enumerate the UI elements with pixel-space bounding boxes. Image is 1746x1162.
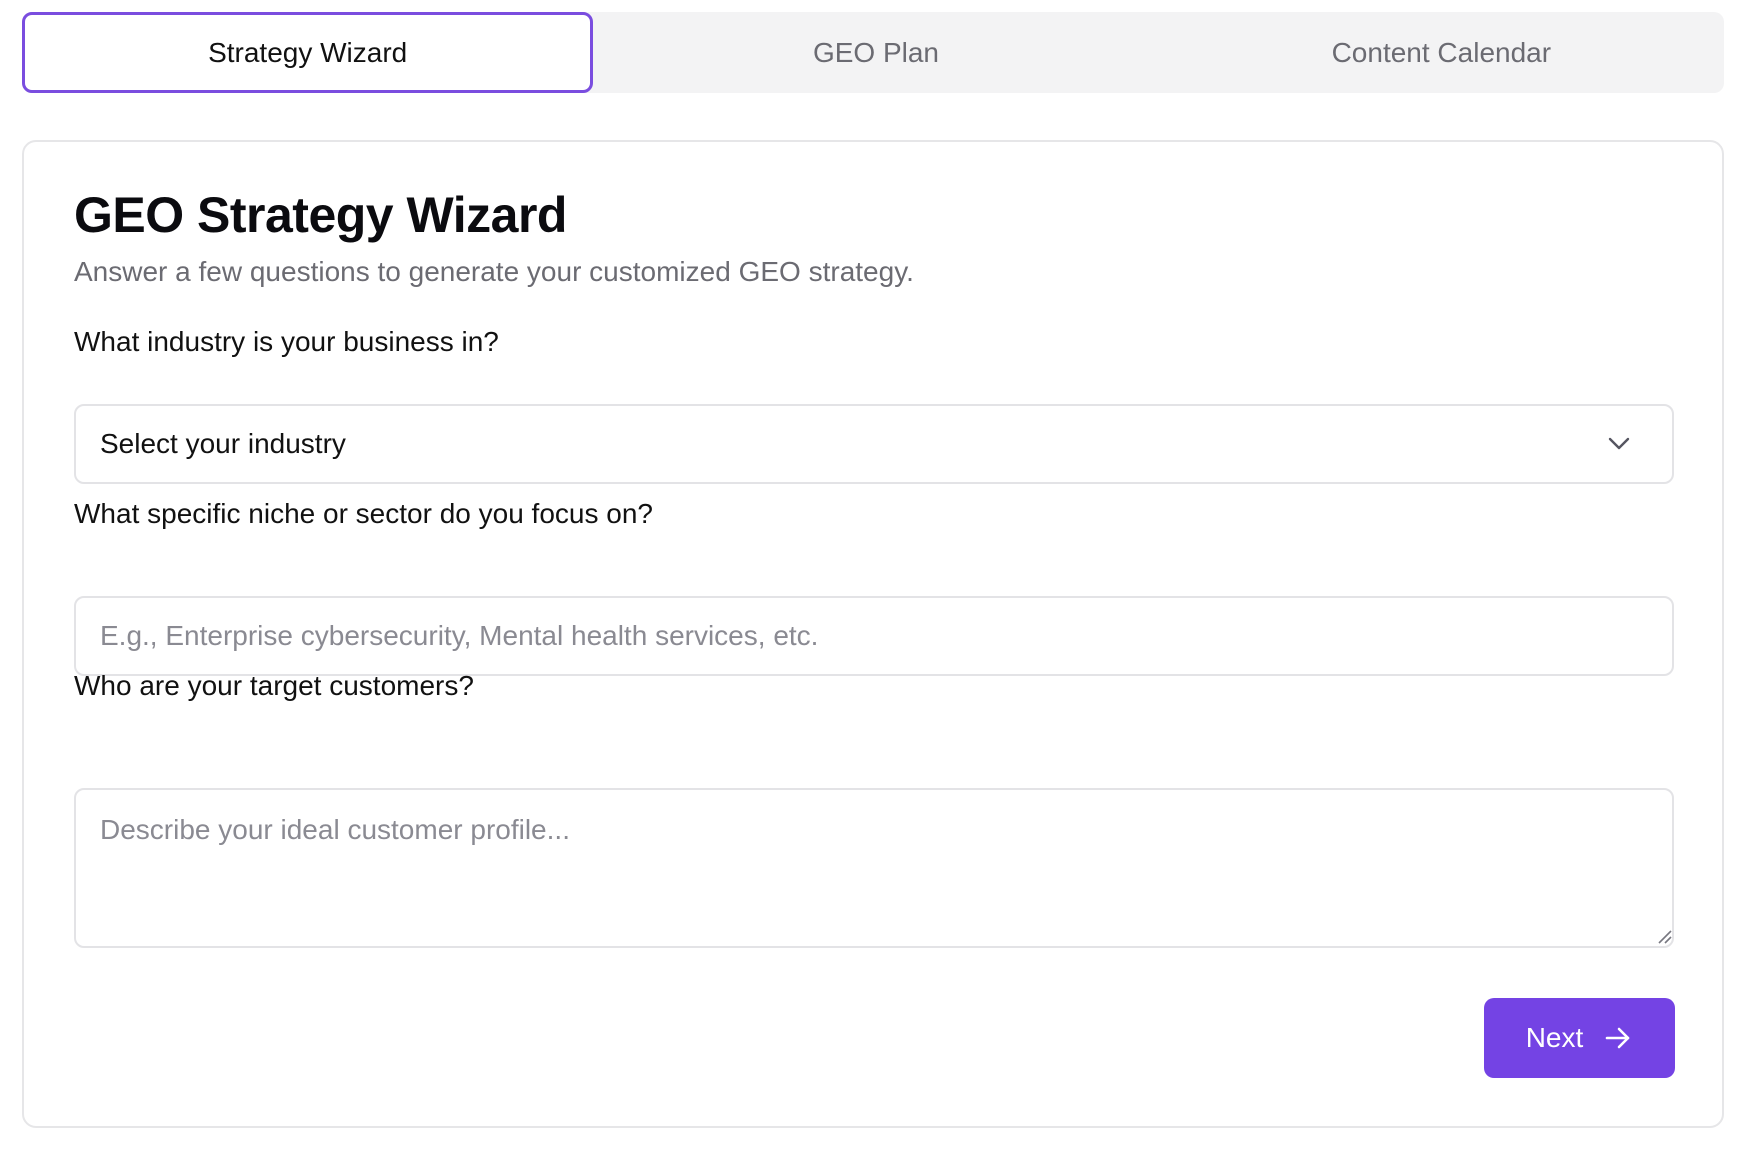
tab-bar: Strategy Wizard GEO Plan Content Calenda… bbox=[22, 12, 1724, 93]
industry-select-value: Select your industry bbox=[100, 428, 346, 459]
resize-handle-icon[interactable] bbox=[1656, 928, 1672, 944]
next-button-label: Next bbox=[1525, 1022, 1584, 1053]
next-button[interactable]: Next bbox=[1484, 998, 1675, 1078]
arrow-right-icon bbox=[1605, 1024, 1633, 1052]
tab-strategy-wizard[interactable]: Strategy Wizard bbox=[22, 12, 594, 93]
niche-label: What specific niche or sector do you foc… bbox=[74, 498, 653, 529]
chevron-down-icon bbox=[1606, 431, 1632, 457]
page-subtitle: Answer a few questions to generate your … bbox=[74, 256, 914, 287]
industry-select[interactable]: Select your industry bbox=[74, 404, 1674, 484]
niche-input[interactable] bbox=[74, 596, 1674, 676]
page-title: GEO Strategy Wizard bbox=[74, 187, 567, 243]
tab-content-calendar[interactable]: Content Calendar bbox=[1159, 12, 1724, 93]
customers-label: Who are your target customers? bbox=[74, 670, 474, 701]
customers-textarea[interactable] bbox=[74, 788, 1674, 948]
tab-geo-plan[interactable]: GEO Plan bbox=[593, 12, 1158, 93]
industry-label: What industry is your business in? bbox=[74, 326, 499, 357]
wizard-card: GEO Strategy Wizard Answer a few questio… bbox=[22, 140, 1724, 1128]
